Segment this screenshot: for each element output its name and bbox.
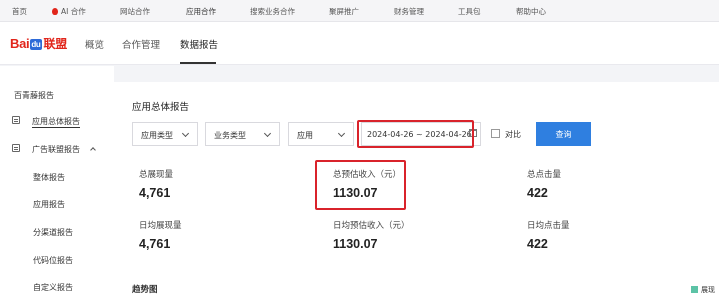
- chevron-down-icon: [263, 129, 272, 138]
- app-type-select-label: 应用类型: [141, 131, 173, 140]
- main-panel: 应用总体报告 应用类型 业务类型 应用 2024-04-26 ~ 2024-04…: [114, 82, 719, 307]
- metric-daily-revenue: 日均预估收入（元） 1130.07: [333, 219, 410, 251]
- logo-text-lm: 联盟: [43, 37, 68, 51]
- chevron-down-icon: [337, 129, 346, 138]
- sidebar-item-app-overall[interactable]: 应用总体报告: [12, 116, 80, 128]
- metric-total-impressions: 总展现量 4,761: [139, 168, 173, 200]
- metric-value: 4,761: [139, 186, 171, 200]
- sidebar-item-baiqingteng[interactable]: 百青藤报告: [14, 90, 54, 101]
- top-navigation: 首页 AI 合作 网站合作 应用合作 搜索业务合作 聚屏推广 财务管理 工具包 …: [0, 0, 719, 22]
- app-select[interactable]: 应用: [288, 122, 354, 146]
- sidebar-item-overall[interactable]: 整体报告: [33, 172, 65, 183]
- topnav-search[interactable]: 搜索业务合作: [250, 6, 295, 17]
- topnav-help[interactable]: 帮助中心: [516, 6, 546, 17]
- logo-text-bai: Bai: [10, 36, 30, 51]
- trend-chart-title: 趋势图: [132, 285, 158, 295]
- metric-daily-clicks: 日均点击量 422: [527, 219, 570, 251]
- nav-overview[interactable]: 概览: [85, 37, 104, 51]
- biz-type-select-label: 业务类型: [214, 131, 246, 140]
- sidebar-item-label: 自定义报告: [33, 283, 73, 292]
- metric-value: 422: [527, 186, 548, 200]
- sidebar-item-label: 应用总体报告: [32, 117, 80, 128]
- logo-text-du: du: [30, 39, 42, 50]
- metric-value: 422: [527, 237, 548, 251]
- sidebar-item-slot[interactable]: 代码位报告: [33, 255, 73, 266]
- chart-legend[interactable]: 展现: [691, 285, 715, 295]
- highlight-box-date: [357, 120, 474, 148]
- topnav-site[interactable]: 网站合作: [120, 6, 150, 17]
- metric-label: 日均点击量: [527, 221, 570, 231]
- metric-label: 日均展现量: [139, 221, 182, 231]
- nav-data-report[interactable]: 数据报告: [180, 37, 218, 51]
- page-title: 应用总体报告: [132, 102, 190, 113]
- topnav-app[interactable]: 应用合作: [186, 6, 216, 17]
- metric-label: 总点击量: [527, 170, 562, 180]
- chevron-down-icon: [181, 129, 190, 138]
- legend-label: 展现: [701, 286, 715, 294]
- sidebar-item-custom[interactable]: 自定义报告: [33, 282, 73, 293]
- legend-swatch: [691, 286, 698, 293]
- query-button[interactable]: 查询: [536, 122, 591, 146]
- sidebar-item-label: 整体报告: [33, 173, 65, 182]
- sidebar-item-label: 代码位报告: [33, 256, 73, 265]
- baidu-union-logo[interactable]: Bai du 联盟: [10, 35, 67, 52]
- topnav-screen[interactable]: 聚屏推广: [329, 6, 359, 17]
- flame-icon: [52, 8, 58, 15]
- sidebar-item-channel[interactable]: 分渠道报告: [33, 227, 73, 238]
- metric-value: 4,761: [139, 237, 171, 251]
- sidebar-item-label: 应用报告: [33, 200, 65, 209]
- sidebar: 百青藤报告 应用总体报告 广告联盟报告 整体报告 应用报告 分渠道报告 代码位报…: [0, 66, 114, 307]
- report-icon: [12, 144, 20, 152]
- sidebar-item-label: 广告联盟报告: [32, 145, 80, 154]
- metric-daily-impressions: 日均展现量 4,761: [139, 219, 182, 251]
- query-button-label: 查询: [555, 130, 572, 139]
- biz-type-select[interactable]: 业务类型: [205, 122, 280, 146]
- sidebar-item-app-report[interactable]: 应用报告: [33, 199, 65, 210]
- active-nav-underline: [180, 62, 216, 64]
- sidebar-item-label: 百青藤报告: [14, 91, 54, 100]
- topnav-tools[interactable]: 工具包: [458, 6, 481, 17]
- nav-cooperation[interactable]: 合作管理: [122, 37, 160, 51]
- sidebar-item-label: 分渠道报告: [33, 228, 73, 237]
- sidebar-item-ad-union[interactable]: 广告联盟报告: [12, 144, 96, 155]
- highlight-box-revenue: [315, 160, 406, 210]
- metric-value: 1130.07: [333, 237, 378, 251]
- topnav-home[interactable]: 首页: [12, 6, 27, 17]
- report-icon: [12, 116, 20, 124]
- header: Bai du 联盟 概览 合作管理 数据报告: [0, 22, 719, 65]
- topnav-ai-label: AI 合作: [61, 7, 86, 16]
- app-type-select[interactable]: 应用类型: [132, 122, 198, 146]
- topnav-ai[interactable]: AI 合作: [52, 6, 86, 17]
- metric-total-clicks: 总点击量 422: [527, 168, 561, 200]
- metric-label: 总展现量: [139, 170, 174, 180]
- compare-checkbox[interactable]: [491, 129, 500, 138]
- chevron-up-icon[interactable]: [89, 147, 96, 153]
- app-select-label: 应用: [297, 131, 313, 140]
- metric-label: 日均预估收入（元）: [333, 221, 410, 231]
- compare-label: 对比: [505, 130, 521, 139]
- topnav-finance[interactable]: 财务管理: [394, 6, 424, 17]
